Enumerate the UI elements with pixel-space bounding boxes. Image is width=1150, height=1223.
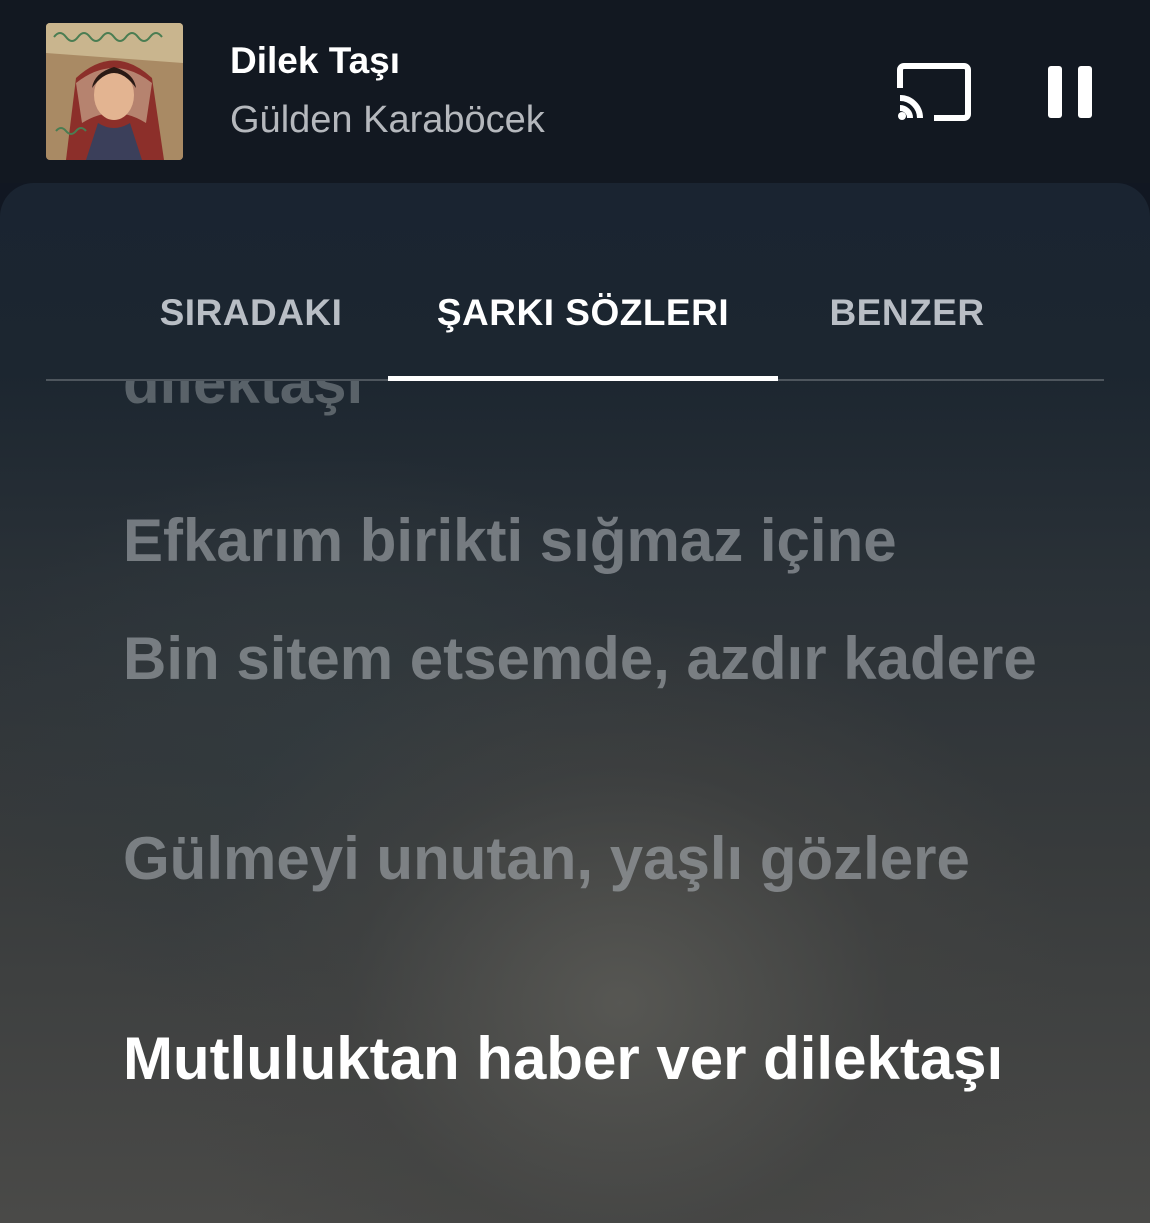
tab-lyrics[interactable]: ŞARKI SÖZLERI bbox=[388, 273, 778, 379]
mini-player[interactable]: Dilek Taşı Gülden Karaböcek bbox=[0, 0, 1150, 183]
pause-icon bbox=[1048, 66, 1092, 118]
lyric-line: Bin sitem etsemde, azdır kadere bbox=[123, 625, 1037, 692]
tab-bar: SIRADAKI ŞARKI SÖZLERI BENZER bbox=[46, 273, 1104, 381]
album-cover-image bbox=[46, 23, 183, 160]
track-title[interactable]: Dilek Taşı bbox=[230, 40, 400, 82]
pause-button[interactable] bbox=[1036, 58, 1104, 126]
lyrics-panel[interactable]: dilektaşı Efkarım birikti sığmaz içine B… bbox=[0, 381, 1150, 1223]
now-playing-sheet: SIRADAKI ŞARKI SÖZLERI BENZER dilektaşı … bbox=[0, 183, 1150, 1223]
lyric-line: Gülmeyi unutan, yaşlı gözlere bbox=[123, 825, 970, 892]
tab-related[interactable]: BENZER bbox=[798, 273, 1016, 379]
lyric-line-current: Mutluluktan haber ver dilektaşı bbox=[123, 1025, 1004, 1092]
cast-icon bbox=[897, 63, 971, 121]
lyric-line: dilektaşı bbox=[123, 381, 364, 416]
album-art[interactable] bbox=[46, 23, 183, 160]
lyric-line: Efkarım birikti sığmaz içine bbox=[123, 507, 897, 574]
track-artist[interactable]: Gülden Karaböcek bbox=[230, 99, 545, 142]
tab-up-next[interactable]: SIRADAKI bbox=[116, 273, 386, 379]
cast-button[interactable] bbox=[890, 58, 974, 126]
